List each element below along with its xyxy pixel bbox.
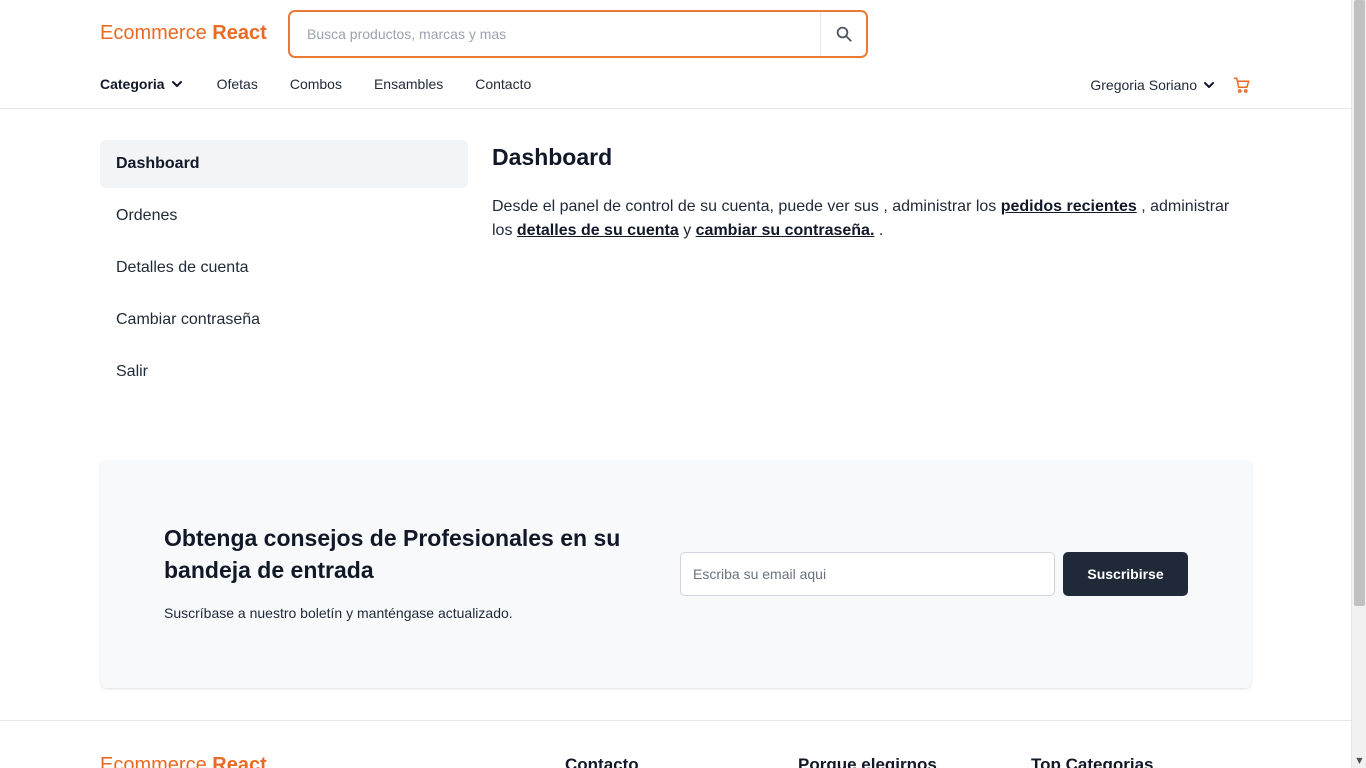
main-nav: Categoria Ofetas Combos Ensambles Contac… [100, 76, 563, 92]
user-area: Gregoria Soriano [1090, 76, 1251, 94]
nav-link-contacto[interactable]: Contacto [475, 76, 531, 92]
intro-text-3: y [678, 222, 696, 239]
search-bar [288, 10, 868, 58]
cart-button[interactable] [1233, 76, 1251, 94]
nav-link-combos[interactable]: Combos [290, 76, 342, 92]
newsletter-email-input[interactable] [680, 552, 1055, 596]
chevron-down-icon [171, 81, 182, 87]
intro-text-4: . [874, 222, 884, 239]
brand-logo-light: Ecommerce [100, 22, 207, 44]
nav-link-ofertas[interactable]: Ofetas [217, 76, 258, 92]
footer-heading-porque-elegirnos: Porque elegirnos [798, 755, 937, 768]
newsletter-title: Obtenga consejos de Profesionales en su … [164, 525, 621, 583]
sidebar-item-salir[interactable]: Salir [100, 348, 468, 396]
scroll-down-arrow-icon[interactable]: ▼ [1352, 753, 1366, 768]
footer-logo-light: Ecommerce [100, 754, 207, 768]
newsletter-section: Obtenga consejos de Profesionales en su … [100, 460, 1252, 688]
user-name: Gregoria Soriano [1090, 77, 1197, 93]
brand-logo[interactable]: Ecommerce React [100, 22, 267, 45]
site-header: Ecommerce React Categoria Ofetas Combos … [0, 0, 1351, 109]
scrollbar-thumb[interactable] [1354, 0, 1365, 606]
brand-logo-bold: React [212, 22, 267, 44]
chevron-down-icon [1204, 82, 1214, 88]
intro-text-1: Desde el panel de control de su cuenta, … [492, 198, 1001, 215]
footer-logo-bold: React [212, 754, 267, 768]
account-details-link[interactable]: detalles de su cuenta [517, 222, 679, 239]
nav-category-dropdown[interactable]: Categoria [100, 76, 183, 92]
search-icon [836, 26, 852, 42]
dashboard-main: Dashboard Desde el panel de control de s… [492, 140, 1252, 243]
footer-logo[interactable]: Ecommerce React [100, 754, 267, 768]
site-footer: Ecommerce React Contacto Porque elegirno… [0, 720, 1351, 768]
change-password-link[interactable]: cambiar su contraseña. [696, 222, 875, 239]
page-title: Dashboard [492, 144, 613, 170]
sidebar-item-dashboard[interactable]: Dashboard [100, 140, 468, 188]
sidebar-item-detalles-de-cuenta[interactable]: Detalles de cuenta [100, 244, 468, 292]
dashboard-intro: Desde el panel de control de su cuenta, … [492, 195, 1252, 243]
search-input[interactable] [290, 12, 820, 56]
sidebar-item-ordenes[interactable]: Ordenes [100, 192, 468, 240]
footer-heading-contacto: Contacto [565, 755, 639, 768]
page-scrollbar[interactable]: ▲ ▼ [1351, 0, 1366, 768]
page: Ecommerce React Categoria Ofetas Combos … [0, 0, 1351, 768]
cart-icon [1233, 77, 1250, 93]
user-menu-dropdown[interactable]: Gregoria Soriano [1090, 77, 1215, 93]
nav-link-ensambles[interactable]: Ensambles [374, 76, 443, 92]
subscribe-button[interactable]: Suscribirse [1063, 552, 1188, 596]
recent-orders-link[interactable]: pedidos recientes [1001, 198, 1137, 215]
sidebar-item-cambiar-contrasena[interactable]: Cambiar contraseña [100, 296, 468, 344]
account-sidebar: Dashboard Ordenes Detalles de cuenta Cam… [100, 140, 468, 400]
nav-category-label: Categoria [100, 76, 165, 92]
footer-heading-top-categorias: Top Categorias [1031, 755, 1154, 768]
search-button[interactable] [820, 12, 866, 56]
newsletter-subtitle: Suscríbase a nuestro boletín y manténgas… [164, 605, 513, 621]
